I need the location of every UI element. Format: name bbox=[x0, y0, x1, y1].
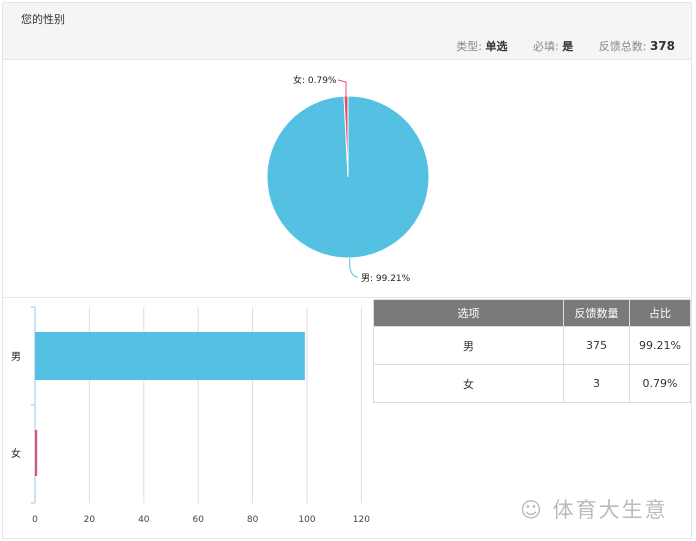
watermark-text: 体育大生意 bbox=[552, 498, 668, 522]
pie-label-female: 女: 0.79% bbox=[293, 74, 337, 86]
x-tick-label: 80 bbox=[247, 515, 259, 525]
pie-label-male: 男: 99.21% bbox=[361, 273, 411, 284]
watermark: ☺ 体育大生意 bbox=[520, 494, 668, 524]
x-tick-label: 60 bbox=[192, 515, 204, 525]
pie-leader-male bbox=[349, 257, 359, 278]
cell: 0.79% bbox=[629, 364, 691, 403]
bar-男 bbox=[35, 332, 305, 380]
y-category-label: 男 bbox=[11, 351, 21, 363]
table-row: 女 3 0.79% bbox=[373, 364, 691, 403]
cell: 375 bbox=[563, 326, 630, 365]
y-category-label: 女 bbox=[11, 447, 21, 460]
x-tick-label: 100 bbox=[298, 515, 315, 525]
x-tick-label: 0 bbox=[32, 515, 38, 525]
cell: 99.21% bbox=[629, 326, 691, 365]
col-percent: 占比 bbox=[629, 299, 691, 327]
x-tick-label: 120 bbox=[353, 515, 370, 525]
bar-女 bbox=[35, 430, 38, 476]
col-option: 选项 bbox=[373, 299, 564, 327]
result-table: 选项 反馈数量 占比 男 375 99.21% 女 3 0.79% bbox=[373, 299, 691, 403]
pie-leader-female bbox=[337, 79, 347, 97]
charts-svg: 女: 0.79% 男: 99.21% 0 20 40 60 80 100 120 男女 bbox=[11, 74, 430, 525]
table-row: 男 375 99.21% bbox=[373, 326, 691, 365]
cell: 3 bbox=[563, 364, 630, 403]
cell: 女 bbox=[373, 364, 564, 403]
cell: 男 bbox=[373, 326, 564, 365]
col-count: 反馈数量 bbox=[563, 299, 630, 327]
wechat-icon: ☺ bbox=[520, 498, 544, 522]
x-tick-label: 20 bbox=[84, 515, 96, 525]
x-tick-label: 40 bbox=[138, 515, 150, 525]
